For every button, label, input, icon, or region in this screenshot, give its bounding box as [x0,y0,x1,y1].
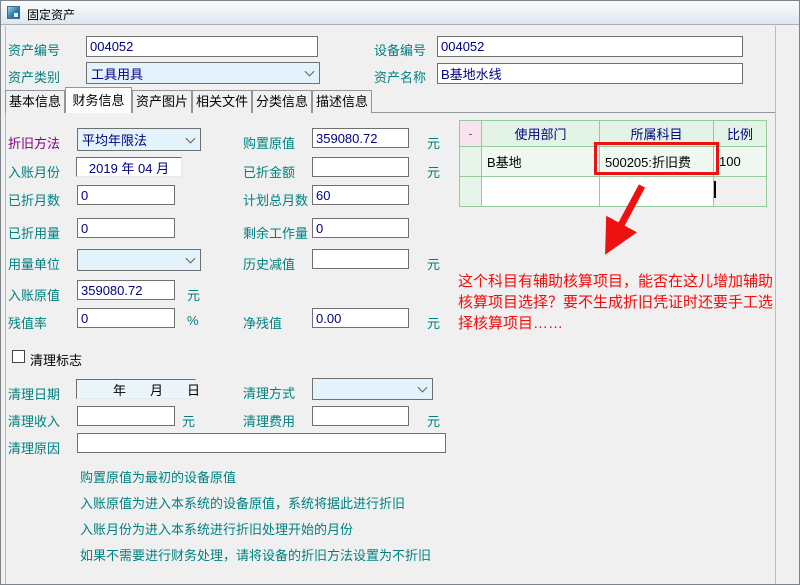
planned-months-input[interactable] [312,185,409,205]
entry-value-unit: 元 [187,285,200,304]
date-unit-day: 日 [187,380,200,399]
row-selector[interactable] [460,177,482,207]
historical-impairment-input[interactable] [312,249,409,269]
device-no-input[interactable] [437,36,743,57]
device-no-label: 设备编号 [374,40,426,59]
purchase-value-unit: 元 [427,133,440,152]
cell-department[interactable]: B基地 [482,147,600,177]
cleanup-flag-label: 清理标志 [30,350,82,369]
chevron-down-icon [305,67,315,77]
cleanup-cost-label: 清理费用 [243,411,295,430]
cleanup-income-label: 清理收入 [8,411,60,430]
entry-month-field[interactable]: 2019 年 04 月 [76,157,182,177]
cleanup-method-label: 清理方式 [243,383,295,402]
tab-basic-info[interactable]: 基本信息 [5,90,65,113]
depreciated-months-label: 已折月数 [8,190,60,209]
help-line: 入账原值为进入本系统的设备原值，系统将据此进行折旧 [80,491,500,517]
cleanup-reason-input[interactable] [77,433,446,453]
historical-impairment-label: 历史减值 [243,254,295,273]
depreciation-method-label: 折旧方法 [8,133,60,152]
help-line: 入账月份为进入本系统进行折旧处理开始的月份 [80,517,500,543]
cleanup-date-label: 清理日期 [8,384,60,403]
cleanup-income-unit: 元 [182,411,195,430]
depreciated-usage-label: 已折用量 [8,223,60,242]
window-title: 固定资产 [27,6,75,23]
highlight-box [594,142,719,175]
depreciated-usage-input[interactable] [77,218,175,238]
chevron-down-icon [186,133,196,143]
historical-impairment-unit: 元 [427,254,440,273]
cell-subject[interactable] [600,177,714,207]
depreciation-method-dropdown[interactable]: 平均年限法 [77,128,201,151]
row-selector[interactable] [460,147,482,177]
cleanup-income-input[interactable] [77,406,175,426]
asset-category-label: 资产类别 [8,67,60,86]
col-header-department[interactable]: 使用部门 [482,121,600,147]
chevron-down-icon [186,254,196,264]
chevron-down-icon [418,383,428,393]
title-bar: 固定资产 [1,1,799,25]
tab-related-files[interactable]: 相关文件 [192,90,252,113]
depreciated-amount-input[interactable] [312,157,409,177]
net-residual-unit: 元 [427,313,440,332]
depreciation-method-value: 平均年限法 [82,130,147,149]
usage-unit-dropdown[interactable] [77,249,201,271]
purchase-value-label: 购置原值 [243,133,295,152]
asset-name-input[interactable] [437,63,743,84]
entry-value-input[interactable] [77,280,175,300]
tab-description-info[interactable]: 描述信息 [312,90,372,113]
planned-months-label: 计划总月数 [243,190,308,209]
asset-name-label: 资产名称 [374,67,426,86]
residual-rate-input[interactable] [77,308,175,328]
net-residual-input[interactable] [312,308,409,328]
residual-rate-unit: % [187,313,199,328]
purchase-value-input[interactable] [312,128,409,148]
depreciated-amount-unit: 元 [427,162,440,181]
usage-unit-label: 用量单位 [8,254,60,273]
cleanup-reason-label: 清理原因 [8,438,60,457]
cell-ratio[interactable] [714,177,767,207]
table-corner-cell[interactable]: - [460,121,482,147]
entry-value-label: 入账原值 [8,285,60,304]
cleanup-cost-unit: 元 [427,411,440,430]
cell-ratio[interactable]: 100 [714,147,767,177]
date-unit-year: 年 [113,380,126,399]
asset-category-dropdown[interactable]: 工具用具 [86,62,320,84]
tab-classification-info[interactable]: 分类信息 [252,90,312,113]
cleanup-date-field[interactable]: 年 月 日 [76,379,196,399]
help-line: 购置原值为最初的设备原值 [80,465,500,491]
asset-category-value: 工具用具 [91,64,143,83]
table-row [460,177,767,207]
depreciated-amount-label: 已折金额 [243,162,295,181]
remaining-workload-input[interactable] [312,218,409,238]
cleanup-method-dropdown[interactable] [312,378,433,400]
asset-no-input[interactable] [86,36,318,57]
help-text: 购置原值为最初的设备原值 入账原值为进入本系统的设备原值，系统将据此进行折旧 入… [80,465,500,569]
tab-asset-picture[interactable]: 资产图片 [132,90,192,113]
tab-finance-info[interactable]: 财务信息 [65,87,132,113]
entry-month-label: 入账月份 [8,162,60,181]
window-icon [7,6,20,19]
cell-department[interactable] [482,177,600,207]
text-cursor [714,181,716,198]
residual-rate-label: 残值率 [8,313,47,332]
col-header-ratio[interactable]: 比例 [714,121,767,147]
depreciated-months-input[interactable] [77,185,175,205]
cleanup-cost-input[interactable] [312,406,409,426]
annotation-text: 这个科目有辅助核算项目，能否在这儿增加辅助核算项目选择？要不生成折旧凭证时还要手… [458,271,780,334]
remaining-workload-label: 剩余工作量 [243,223,308,242]
asset-no-label: 资产编号 [8,40,60,59]
cleanup-flag-checkbox[interactable] [12,350,25,363]
date-unit-month: 月 [150,380,163,399]
net-residual-label: 净残值 [243,313,282,332]
help-line: 如果不需要进行财务处理，请将设备的折旧方法设置为不折旧 [80,543,500,569]
